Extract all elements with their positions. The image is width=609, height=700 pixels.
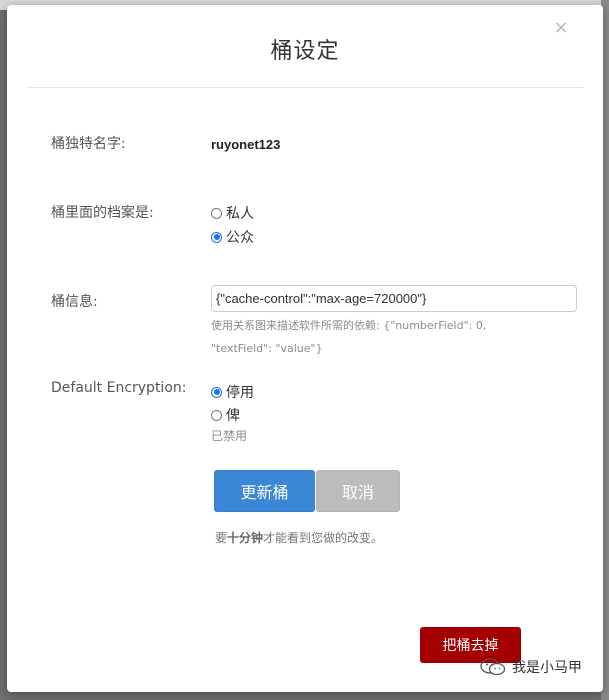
wechat-icon [480, 658, 506, 676]
cancel-button[interactable]: 取消 [316, 470, 400, 512]
note-suffix: 才能看到您做的改变。 [263, 531, 384, 545]
watermark: 我是小马甲 [480, 657, 582, 677]
title-divider [27, 87, 583, 88]
visibility-private-radio[interactable]: 私人 [211, 203, 254, 223]
modal-title: 桶设定 [270, 39, 340, 64]
bucket-info-help-line2: "textField": "value"} [211, 342, 323, 355]
radio-unchecked-icon [211, 409, 222, 421]
bucket-name-value: ruyonet123 [211, 137, 281, 152]
update-bucket-button[interactable]: 更新桶 [214, 470, 315, 512]
watermark-text: 我是小马甲 [512, 660, 582, 676]
note-prefix: 要 [215, 531, 228, 545]
bucket-name-label: 桶独特名字: [51, 136, 126, 152]
propagation-note: 要十分钟才能看到您做的改变。 [215, 529, 383, 546]
bucket-info-help-line1: 使用关系图来描述软件所需的依赖: {"numberField": 0, [211, 319, 487, 332]
encryption-status: 已禁用 [211, 429, 248, 443]
radio-unchecked-icon [211, 207, 222, 219]
visibility-private-label: 私人 [226, 206, 254, 222]
visibility-label: 桶里面的档案是: [51, 205, 154, 221]
visibility-public-label: 公众 [226, 230, 254, 246]
note-emphasis: 十分钟 [227, 531, 264, 545]
encryption-disable-radio[interactable]: 停用 [211, 382, 254, 402]
visibility-public-radio[interactable]: 公众 [211, 227, 254, 247]
radio-checked-icon [211, 231, 222, 243]
bucket-info-label: 桶信息: [51, 294, 98, 310]
bucket-settings-modal: × 桶设定 桶独特名字: ruyonet123 桶里面的档案是: 私人 公众 桶… [7, 5, 603, 692]
radio-checked-icon [211, 386, 222, 398]
encryption-label: Default Encryption: [51, 380, 187, 396]
encryption-disable-label: 停用 [226, 385, 254, 401]
encryption-enable-radio[interactable]: 俾 [211, 405, 240, 425]
encryption-enable-label: 俾 [226, 408, 240, 424]
bucket-info-input[interactable] [211, 285, 577, 312]
